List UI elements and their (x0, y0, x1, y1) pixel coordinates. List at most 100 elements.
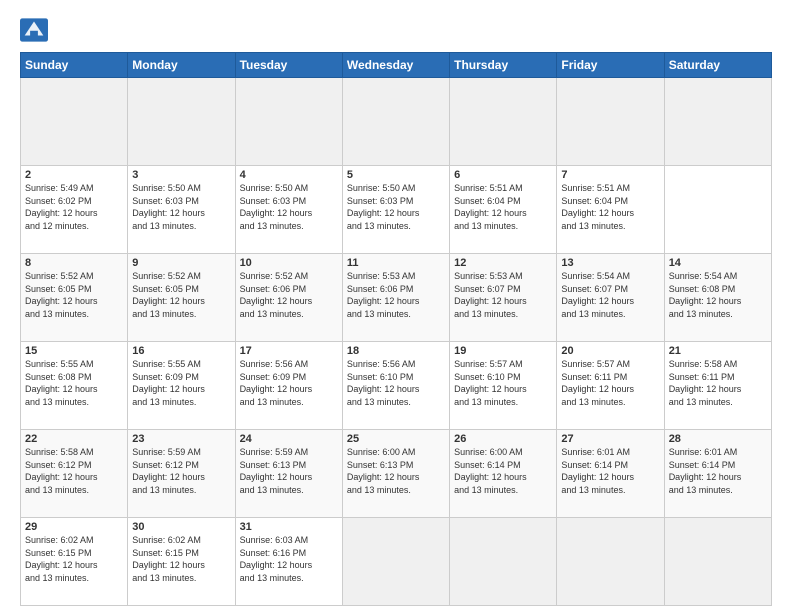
empty-cell (450, 78, 557, 166)
day-cell: 10 Sunrise: 5:52 AMSunset: 6:06 PMDaylig… (235, 254, 342, 342)
day-number: 6 (454, 169, 552, 181)
day-number: 27 (561, 433, 659, 445)
day-cell: 16 Sunrise: 5:55 AMSunset: 6:09 PMDaylig… (128, 342, 235, 430)
day-info: Sunrise: 6:00 AMSunset: 6:14 PMDaylight:… (454, 446, 552, 496)
day-cell: 19 Sunrise: 5:57 AMSunset: 6:10 PMDaylig… (450, 342, 557, 430)
day-number: 26 (454, 433, 552, 445)
day-number: 12 (454, 257, 552, 269)
day-info: Sunrise: 5:52 AMSunset: 6:05 PMDaylight:… (25, 270, 123, 320)
day-header: Sunday (21, 53, 128, 78)
day-info: Sunrise: 5:53 AMSunset: 6:06 PMDaylight:… (347, 270, 445, 320)
day-cell: 27 Sunrise: 6:01 AMSunset: 6:14 PMDaylig… (557, 430, 664, 518)
day-number: 30 (132, 521, 230, 533)
empty-cell (664, 518, 771, 606)
page: SundayMondayTuesdayWednesdayThursdayFrid… (0, 0, 792, 612)
day-cell: 25 Sunrise: 6:00 AMSunset: 6:13 PMDaylig… (342, 430, 449, 518)
day-number: 14 (669, 257, 767, 269)
logo-icon (20, 18, 48, 42)
day-number: 29 (25, 521, 123, 533)
day-number: 25 (347, 433, 445, 445)
day-cell: 31 Sunrise: 6:03 AMSunset: 6:16 PMDaylig… (235, 518, 342, 606)
day-info: Sunrise: 5:49 AMSunset: 6:02 PMDaylight:… (25, 182, 123, 232)
day-info: Sunrise: 6:01 AMSunset: 6:14 PMDaylight:… (561, 446, 659, 496)
day-info: Sunrise: 5:50 AMSunset: 6:03 PMDaylight:… (347, 182, 445, 232)
day-info: Sunrise: 5:59 AMSunset: 6:12 PMDaylight:… (132, 446, 230, 496)
day-cell: 14 Sunrise: 5:54 AMSunset: 6:08 PMDaylig… (664, 254, 771, 342)
empty-cell (21, 78, 128, 166)
day-info: Sunrise: 5:52 AMSunset: 6:06 PMDaylight:… (240, 270, 338, 320)
empty-cell (557, 78, 664, 166)
day-cell: 9 Sunrise: 5:52 AMSunset: 6:05 PMDayligh… (128, 254, 235, 342)
day-info: Sunrise: 5:54 AMSunset: 6:08 PMDaylight:… (669, 270, 767, 320)
empty-cell (342, 78, 449, 166)
day-info: Sunrise: 6:02 AMSunset: 6:15 PMDaylight:… (132, 534, 230, 584)
day-cell: 8 Sunrise: 5:52 AMSunset: 6:05 PMDayligh… (21, 254, 128, 342)
logo (20, 18, 52, 42)
day-number: 3 (132, 169, 230, 181)
day-number: 13 (561, 257, 659, 269)
day-number: 10 (240, 257, 338, 269)
empty-cell (557, 518, 664, 606)
empty-cell (342, 518, 449, 606)
day-cell: 24 Sunrise: 5:59 AMSunset: 6:13 PMDaylig… (235, 430, 342, 518)
calendar-week: 8 Sunrise: 5:52 AMSunset: 6:05 PMDayligh… (21, 254, 772, 342)
calendar-week (21, 78, 772, 166)
day-number: 21 (669, 345, 767, 357)
day-number: 23 (132, 433, 230, 445)
day-number: 20 (561, 345, 659, 357)
header-row: SundayMondayTuesdayWednesdayThursdayFrid… (21, 53, 772, 78)
day-info: Sunrise: 5:50 AMSunset: 6:03 PMDaylight:… (132, 182, 230, 232)
day-info: Sunrise: 5:59 AMSunset: 6:13 PMDaylight:… (240, 446, 338, 496)
calendar-week: 2 Sunrise: 5:49 AMSunset: 6:02 PMDayligh… (21, 166, 772, 254)
calendar-week: 29 Sunrise: 6:02 AMSunset: 6:15 PMDaylig… (21, 518, 772, 606)
day-info: Sunrise: 5:58 AMSunset: 6:11 PMDaylight:… (669, 358, 767, 408)
day-info: Sunrise: 6:02 AMSunset: 6:15 PMDaylight:… (25, 534, 123, 584)
day-cell: 26 Sunrise: 6:00 AMSunset: 6:14 PMDaylig… (450, 430, 557, 518)
day-info: Sunrise: 5:56 AMSunset: 6:10 PMDaylight:… (347, 358, 445, 408)
day-header: Friday (557, 53, 664, 78)
day-number: 7 (561, 169, 659, 181)
day-cell: 21 Sunrise: 5:58 AMSunset: 6:11 PMDaylig… (664, 342, 771, 430)
day-header: Wednesday (342, 53, 449, 78)
header (20, 18, 772, 42)
day-info: Sunrise: 6:00 AMSunset: 6:13 PMDaylight:… (347, 446, 445, 496)
calendar-table: SundayMondayTuesdayWednesdayThursdayFrid… (20, 52, 772, 606)
day-cell: 6 Sunrise: 5:51 AMSunset: 6:04 PMDayligh… (450, 166, 557, 254)
day-number: 2 (25, 169, 123, 181)
day-number: 18 (347, 345, 445, 357)
day-header: Tuesday (235, 53, 342, 78)
calendar-week: 22 Sunrise: 5:58 AMSunset: 6:12 PMDaylig… (21, 430, 772, 518)
day-header: Thursday (450, 53, 557, 78)
day-info: Sunrise: 5:53 AMSunset: 6:07 PMDaylight:… (454, 270, 552, 320)
day-cell: 23 Sunrise: 5:59 AMSunset: 6:12 PMDaylig… (128, 430, 235, 518)
day-info: Sunrise: 5:58 AMSunset: 6:12 PMDaylight:… (25, 446, 123, 496)
day-cell: 22 Sunrise: 5:58 AMSunset: 6:12 PMDaylig… (21, 430, 128, 518)
day-number: 17 (240, 345, 338, 357)
day-cell: 5 Sunrise: 5:50 AMSunset: 6:03 PMDayligh… (342, 166, 449, 254)
day-cell: 29 Sunrise: 6:02 AMSunset: 6:15 PMDaylig… (21, 518, 128, 606)
day-info: Sunrise: 5:50 AMSunset: 6:03 PMDaylight:… (240, 182, 338, 232)
day-cell: 20 Sunrise: 5:57 AMSunset: 6:11 PMDaylig… (557, 342, 664, 430)
empty-cell (664, 78, 771, 166)
day-cell: 28 Sunrise: 6:01 AMSunset: 6:14 PMDaylig… (664, 430, 771, 518)
day-info: Sunrise: 6:01 AMSunset: 6:14 PMDaylight:… (669, 446, 767, 496)
day-number: 11 (347, 257, 445, 269)
day-cell: 3 Sunrise: 5:50 AMSunset: 6:03 PMDayligh… (128, 166, 235, 254)
day-cell: 18 Sunrise: 5:56 AMSunset: 6:10 PMDaylig… (342, 342, 449, 430)
day-cell: 17 Sunrise: 5:56 AMSunset: 6:09 PMDaylig… (235, 342, 342, 430)
day-cell: 11 Sunrise: 5:53 AMSunset: 6:06 PMDaylig… (342, 254, 449, 342)
day-number: 5 (347, 169, 445, 181)
day-number: 28 (669, 433, 767, 445)
day-number: 19 (454, 345, 552, 357)
day-info: Sunrise: 5:51 AMSunset: 6:04 PMDaylight:… (561, 182, 659, 232)
day-number: 31 (240, 521, 338, 533)
day-header: Saturday (664, 53, 771, 78)
day-info: Sunrise: 5:57 AMSunset: 6:10 PMDaylight:… (454, 358, 552, 408)
day-number: 24 (240, 433, 338, 445)
day-info: Sunrise: 5:56 AMSunset: 6:09 PMDaylight:… (240, 358, 338, 408)
day-info: Sunrise: 5:52 AMSunset: 6:05 PMDaylight:… (132, 270, 230, 320)
day-info: Sunrise: 5:55 AMSunset: 6:08 PMDaylight:… (25, 358, 123, 408)
day-number: 8 (25, 257, 123, 269)
day-info: Sunrise: 5:54 AMSunset: 6:07 PMDaylight:… (561, 270, 659, 320)
empty-cell (235, 78, 342, 166)
